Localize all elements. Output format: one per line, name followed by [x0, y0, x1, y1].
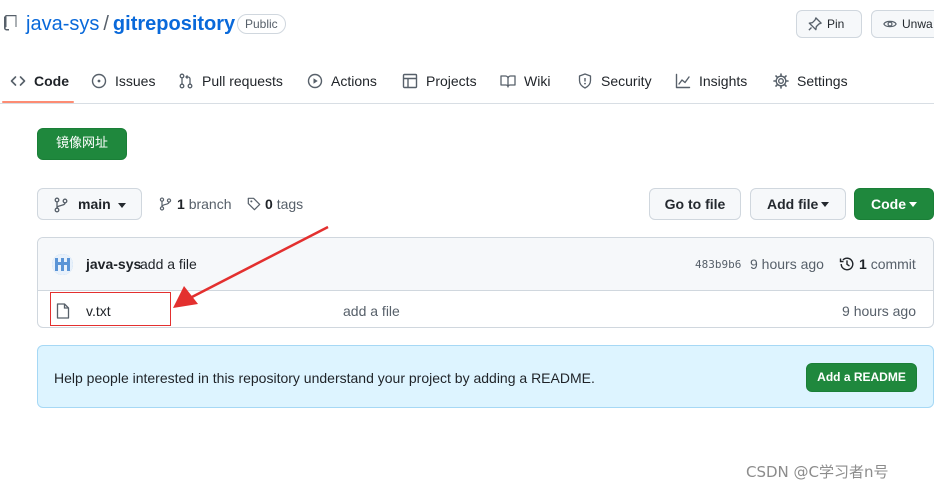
tab-code-label: Code	[34, 73, 69, 89]
current-branch-label: main	[78, 196, 111, 212]
eye-icon	[883, 20, 897, 28]
tab-issues[interactable]: Issues	[91, 66, 155, 96]
caret-down-icon	[821, 202, 829, 207]
tags-label: tags	[276, 196, 304, 212]
unwatch-button-label: Unwa	[902, 17, 933, 31]
branches-count: 1	[177, 196, 185, 212]
caret-down-icon	[909, 202, 917, 207]
add-readme-banner: Help people interested in this repositor…	[37, 345, 934, 408]
commit-count-label: commit	[870, 256, 916, 272]
go-to-file-button[interactable]: Go to file	[649, 188, 741, 220]
mirror-url-button[interactable]: 镜像网址	[37, 128, 127, 160]
tag-icon	[247, 197, 261, 211]
commits-history-link[interactable]: 1 commit	[839, 256, 916, 272]
tab-issues-label: Issues	[115, 73, 156, 89]
tab-insights[interactable]: Insights	[675, 66, 747, 96]
annotation-highlight-box	[50, 292, 171, 326]
code-icon	[10, 76, 26, 86]
branch-icon	[159, 197, 172, 211]
branches-link[interactable]: 1 branch	[159, 188, 232, 220]
book-icon	[500, 75, 516, 88]
file-commit-time: 9 hours ago	[842, 303, 916, 319]
pull-request-icon	[179, 73, 193, 89]
issue-icon	[91, 73, 107, 89]
visibility-badge: Public	[237, 14, 286, 34]
avatar[interactable]	[52, 254, 73, 275]
code-button-label: Code	[871, 196, 906, 212]
commit-author-link[interactable]: java-sys	[86, 256, 141, 272]
table-icon	[402, 73, 418, 89]
tab-security-label: Security	[601, 73, 652, 89]
commit-hash-link[interactable]: 483b9b6	[695, 258, 741, 271]
code-dropdown-button[interactable]: Code	[854, 188, 934, 220]
tab-projects[interactable]: Projects	[402, 66, 477, 96]
tab-wiki[interactable]: Wiki	[500, 66, 550, 96]
tab-settings[interactable]: Settings	[773, 66, 848, 96]
watermark: CSDN @C学习者n号	[746, 463, 889, 481]
repo-name-link[interactable]: gitrepository	[113, 13, 235, 35]
repo-title-separator: /	[103, 13, 109, 35]
tab-security[interactable]: Security	[577, 66, 652, 96]
tags-count: 0	[265, 196, 273, 212]
identicon-icon	[52, 254, 73, 275]
tab-wiki-label: Wiki	[524, 73, 551, 89]
selected-tab-indicator	[2, 101, 74, 103]
tab-pull-requests[interactable]: Pull requests	[178, 66, 283, 96]
unwatch-button[interactable]: Unwa	[871, 10, 934, 38]
shield-icon	[578, 73, 592, 89]
tab-actions-label: Actions	[331, 73, 377, 89]
repo-title: java-sys / gitrepository	[26, 12, 235, 36]
pin-icon	[808, 17, 822, 31]
add-file-label: Add file	[767, 196, 819, 212]
repo-owner-link[interactable]: java-sys	[26, 13, 99, 35]
pin-button-label: Pin	[827, 17, 845, 31]
tab-insights-label: Insights	[699, 73, 748, 89]
tab-projects-label: Projects	[426, 73, 477, 89]
tab-actions[interactable]: Actions	[307, 66, 377, 96]
readme-banner-text: Help people interested in this repositor…	[54, 370, 595, 386]
repo-header: java-sys / gitrepository Public Pin Unwa	[0, 0, 934, 50]
play-icon	[307, 73, 323, 89]
tab-settings-label: Settings	[797, 73, 848, 89]
tags-link[interactable]: 0 tags	[247, 188, 303, 220]
branch-select-button[interactable]: main	[37, 188, 142, 220]
add-readme-button[interactable]: Add a README	[806, 363, 917, 392]
branch-icon	[54, 197, 68, 213]
tab-pull-requests-label: Pull requests	[202, 73, 283, 89]
branches-label: branch	[188, 196, 232, 212]
repo-icon	[4, 15, 17, 31]
pin-button[interactable]: Pin	[796, 10, 862, 38]
caret-down-icon	[118, 203, 126, 208]
commit-time: 9 hours ago	[750, 256, 824, 272]
file-commit-message-link[interactable]: add a file	[343, 303, 400, 319]
repo-tabs: Code Issues Pull requests Actions Projec…	[0, 58, 934, 104]
tab-code[interactable]: Code	[10, 66, 69, 96]
graph-icon	[675, 73, 691, 89]
add-file-button[interactable]: Add file	[750, 188, 846, 220]
history-icon	[839, 257, 854, 271]
commit-count: 1	[859, 256, 867, 272]
gear-icon	[773, 73, 789, 89]
annotation-arrow-icon	[173, 225, 329, 308]
